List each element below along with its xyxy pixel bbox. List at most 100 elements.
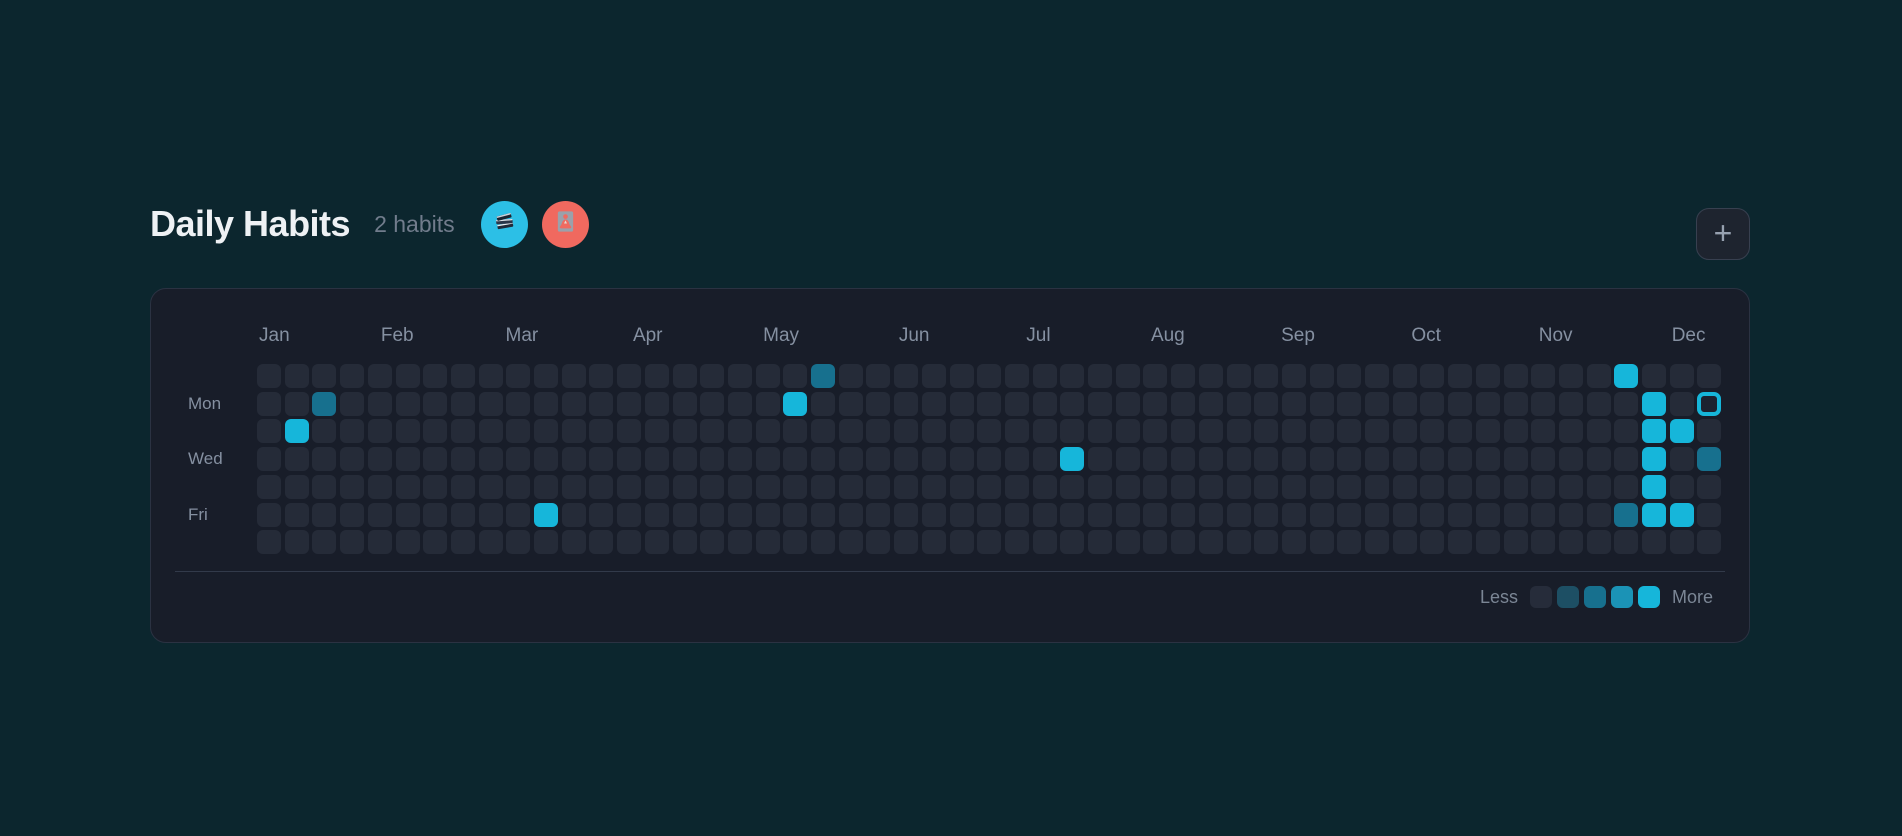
habit-cell[interactable] <box>1226 364 1251 388</box>
habit-cell[interactable] <box>894 364 919 388</box>
habit-cell[interactable] <box>755 364 780 388</box>
habit-cell[interactable] <box>561 447 586 472</box>
habit-cell[interactable] <box>894 502 919 527</box>
habit-cell[interactable] <box>450 391 475 416</box>
habit-cell[interactable] <box>312 474 337 499</box>
habit-cell[interactable] <box>644 502 669 527</box>
habit-cell[interactable] <box>561 530 586 555</box>
habit-cell[interactable] <box>838 391 863 416</box>
habit-cell[interactable] <box>1060 502 1085 527</box>
habit-cell[interactable] <box>1365 391 1389 416</box>
habit-cell[interactable] <box>1281 530 1306 555</box>
habit-cell[interactable] <box>1392 502 1417 527</box>
habit-cell[interactable] <box>949 474 974 499</box>
habit-cell[interactable] <box>1586 447 1611 472</box>
habit-cell[interactable] <box>423 447 448 472</box>
habit-cell[interactable] <box>367 530 392 555</box>
habit-cell[interactable] <box>395 391 420 416</box>
habit-cell[interactable] <box>312 419 337 444</box>
habit-cell[interactable] <box>921 474 946 499</box>
habit-cell[interactable] <box>367 391 392 416</box>
habit-cell[interactable] <box>257 419 281 444</box>
habit-cell[interactable] <box>340 502 365 527</box>
habit-cell[interactable] <box>1226 530 1251 555</box>
habit-cell[interactable] <box>1004 530 1029 555</box>
habit-cell[interactable] <box>506 419 531 444</box>
habit-cell[interactable] <box>1669 391 1694 416</box>
habit-cell[interactable] <box>727 364 752 388</box>
habit-cell[interactable] <box>478 447 503 472</box>
habit-cell[interactable] <box>1392 419 1417 444</box>
habit-cell[interactable] <box>838 447 863 472</box>
habit-cell[interactable] <box>423 502 448 527</box>
habit-cell[interactable] <box>367 364 392 388</box>
habit-cell-active[interactable] <box>534 502 558 527</box>
habit-cell[interactable] <box>838 530 863 555</box>
habit-cell[interactable] <box>1531 530 1556 555</box>
habit-cell[interactable] <box>284 474 309 499</box>
habit-cell-active[interactable] <box>1614 502 1639 527</box>
habit-cell[interactable] <box>1531 364 1556 388</box>
habit-cell[interactable] <box>1004 364 1029 388</box>
habit-cell[interactable] <box>921 502 946 527</box>
habit-cell[interactable] <box>1281 364 1306 388</box>
habit-cell[interactable] <box>1088 447 1112 472</box>
habit-cell[interactable] <box>755 474 780 499</box>
habit-cell[interactable] <box>534 391 558 416</box>
habit-cell[interactable] <box>617 530 642 555</box>
habit-cell[interactable] <box>1004 447 1029 472</box>
habit-cell[interactable] <box>1448 419 1473 444</box>
habit-cell[interactable] <box>644 447 669 472</box>
habit-cell[interactable] <box>1531 474 1556 499</box>
habit-cell[interactable] <box>1171 364 1196 388</box>
habit-cell[interactable] <box>1531 391 1556 416</box>
habit-cell[interactable] <box>1586 391 1611 416</box>
habit-cell[interactable] <box>1004 474 1029 499</box>
habit-cell[interactable] <box>1143 419 1168 444</box>
habit-cell[interactable] <box>1115 502 1140 527</box>
habit-cell[interactable] <box>1032 364 1057 388</box>
habit-cell[interactable] <box>1337 474 1362 499</box>
habit-cell[interactable] <box>450 364 475 388</box>
habit-cell[interactable] <box>644 391 669 416</box>
habit-cell[interactable] <box>1503 502 1528 527</box>
habit-cell[interactable] <box>589 502 614 527</box>
habit-cell[interactable] <box>644 419 669 444</box>
habit-cell[interactable] <box>478 364 503 388</box>
habit-cell[interactable] <box>534 447 558 472</box>
habit-cell[interactable] <box>1309 419 1334 444</box>
habit-cell[interactable] <box>312 502 337 527</box>
habit-cell[interactable] <box>423 419 448 444</box>
habit-cell[interactable] <box>811 530 835 555</box>
habit-cell[interactable] <box>340 474 365 499</box>
habit-cell[interactable] <box>838 502 863 527</box>
habit-cell[interactable] <box>1475 419 1500 444</box>
habit-cell[interactable] <box>1254 391 1279 416</box>
habit-cell[interactable] <box>977 530 1002 555</box>
habit-cell[interactable] <box>1614 530 1639 555</box>
habit-cell[interactable] <box>340 447 365 472</box>
habit-cell[interactable] <box>921 530 946 555</box>
habit-cell[interactable] <box>1032 502 1057 527</box>
habit-cell[interactable] <box>1392 447 1417 472</box>
habit-cell[interactable] <box>1669 364 1694 388</box>
habit-cell[interactable] <box>1254 474 1279 499</box>
habit-cell[interactable] <box>1448 447 1473 472</box>
habit-cell[interactable] <box>949 391 974 416</box>
habit-cell[interactable] <box>838 364 863 388</box>
habit-cell[interactable] <box>977 447 1002 472</box>
habit-cell[interactable] <box>1365 447 1389 472</box>
habit-cell[interactable] <box>1448 502 1473 527</box>
habit-cell[interactable] <box>755 419 780 444</box>
habit-cell[interactable] <box>506 391 531 416</box>
habit-cell[interactable] <box>700 419 725 444</box>
habit-cell[interactable] <box>1254 502 1279 527</box>
habit-cell[interactable] <box>1254 530 1279 555</box>
habit-cell[interactable] <box>1558 447 1583 472</box>
habit-cell[interactable] <box>1586 419 1611 444</box>
habit-cell[interactable] <box>1365 364 1389 388</box>
habit-cell[interactable] <box>894 447 919 472</box>
habit-cell[interactable] <box>1143 502 1168 527</box>
habit-cell[interactable] <box>644 530 669 555</box>
habit-cell[interactable] <box>1060 391 1085 416</box>
